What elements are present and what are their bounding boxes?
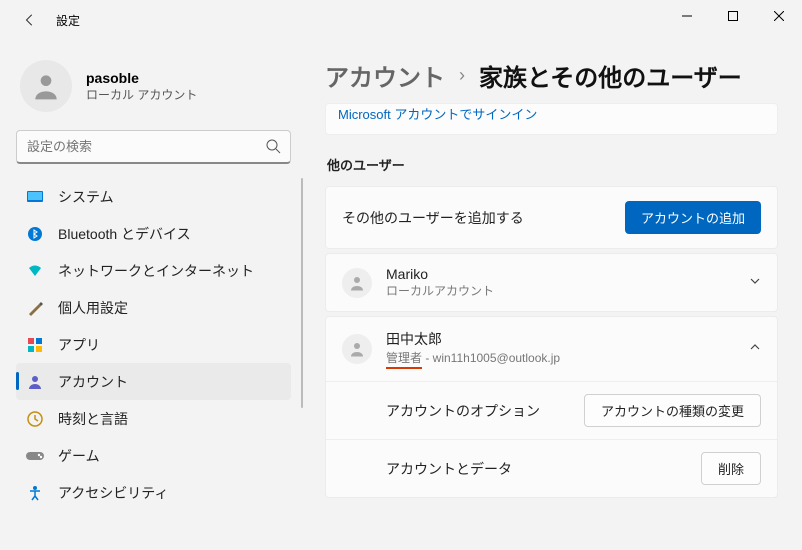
profile-block[interactable]: pasoble ローカル アカウント	[16, 52, 305, 130]
profile-name: pasoble	[86, 70, 197, 86]
option-label: アカウントとデータ	[386, 459, 701, 479]
nav-item-apps[interactable]: アプリ	[16, 326, 291, 363]
add-user-text: その他のユーザーを追加する	[342, 208, 625, 228]
chevron-up-icon	[749, 340, 761, 358]
option-label: アカウントのオプション	[386, 401, 584, 421]
nav-label: Bluetooth とデバイス	[58, 224, 191, 244]
back-button[interactable]	[20, 10, 40, 30]
profile-sub: ローカル アカウント	[86, 86, 197, 103]
search-input[interactable]	[16, 130, 291, 164]
personalize-icon	[26, 299, 44, 317]
nav-item-time[interactable]: 時刻と言語	[16, 400, 291, 437]
other-users-heading: 他のユーザー	[327, 155, 778, 174]
breadcrumb: アカウント › 家族とその他のユーザー	[325, 58, 778, 93]
user-avatar-icon	[342, 334, 372, 364]
user-sub: 管理者 - win11h1005@outlook.jp	[386, 349, 749, 369]
nav-item-network[interactable]: ネットワークとインターネット	[16, 252, 291, 289]
nav-item-accounts[interactable]: アカウント	[16, 363, 291, 400]
breadcrumb-parent[interactable]: アカウント	[325, 58, 445, 93]
user-option-row: アカウントとデータ削除	[326, 439, 777, 497]
nav-item-bluetooth[interactable]: Bluetooth とデバイス	[16, 215, 291, 252]
option-button[interactable]: アカウントの種類の変更	[584, 394, 761, 427]
minimize-button[interactable]	[664, 0, 710, 32]
search-icon	[265, 138, 281, 159]
option-button[interactable]: 削除	[701, 452, 761, 485]
user-name: 田中太郎	[386, 329, 749, 349]
ms-signin-link[interactable]: Microsoft アカウントでサインイン	[338, 107, 537, 122]
close-button[interactable]	[756, 0, 802, 32]
avatar	[20, 60, 72, 112]
chevron-right-icon: ›	[459, 65, 465, 86]
nav-label: システム	[58, 187, 114, 207]
ms-signin-card: Microsoft アカウントでサインイン	[325, 103, 778, 135]
user-option-row: アカウントのオプションアカウントの種類の変更	[326, 381, 777, 439]
nav-item-personalize[interactable]: 個人用設定	[16, 289, 291, 326]
add-user-row: その他のユーザーを追加する アカウントの追加	[325, 186, 778, 249]
user-header[interactable]: Marikoローカルアカウント	[326, 254, 777, 311]
maximize-button[interactable]	[710, 0, 756, 32]
nav-label: アクセシビリティ	[58, 483, 168, 503]
user-name: Mariko	[386, 266, 749, 282]
nav-list: システム Bluetooth とデバイスネットワークとインターネット個人用設定アプ…	[16, 178, 305, 550]
sidebar: pasoble ローカル アカウント システム Bluetooth とデバイスネッ…	[0, 40, 305, 550]
user-row: Marikoローカルアカウント	[325, 253, 778, 312]
apps-icon	[26, 336, 44, 354]
window-title: 設定	[56, 12, 80, 29]
gaming-icon	[26, 447, 44, 465]
breadcrumb-current: 家族とその他のユーザー	[479, 58, 742, 93]
user-sub: ローカルアカウント	[386, 282, 749, 299]
time-icon	[26, 410, 44, 428]
nav-label: アプリ	[58, 335, 100, 355]
nav-label: アカウント	[58, 372, 128, 392]
nav-item-gaming[interactable]: ゲーム	[16, 437, 291, 474]
add-account-button[interactable]: アカウントの追加	[625, 201, 761, 234]
search-box	[16, 130, 291, 164]
nav-item-system[interactable]: システム	[16, 178, 291, 215]
user-avatar-icon	[342, 268, 372, 298]
system-icon	[26, 188, 44, 206]
user-header[interactable]: 田中太郎管理者 - win11h1005@outlook.jp	[326, 317, 777, 381]
nav-label: 時刻と言語	[58, 409, 128, 429]
accessibility-icon	[26, 484, 44, 502]
network-icon	[26, 262, 44, 280]
nav-label: ゲーム	[58, 446, 100, 466]
chevron-down-icon	[749, 274, 761, 292]
main-content: アカウント › 家族とその他のユーザー Microsoft アカウントでサインイ…	[305, 40, 802, 550]
nav-item-accessibility[interactable]: アクセシビリティ	[16, 474, 291, 511]
accounts-icon	[26, 373, 44, 391]
bluetooth-icon	[26, 225, 44, 243]
nav-label: 個人用設定	[58, 298, 128, 318]
user-row: 田中太郎管理者 - win11h1005@outlook.jpアカウントのオプシ…	[325, 316, 778, 498]
scrollbar[interactable]	[301, 178, 303, 408]
nav-label: ネットワークとインターネット	[58, 261, 254, 281]
